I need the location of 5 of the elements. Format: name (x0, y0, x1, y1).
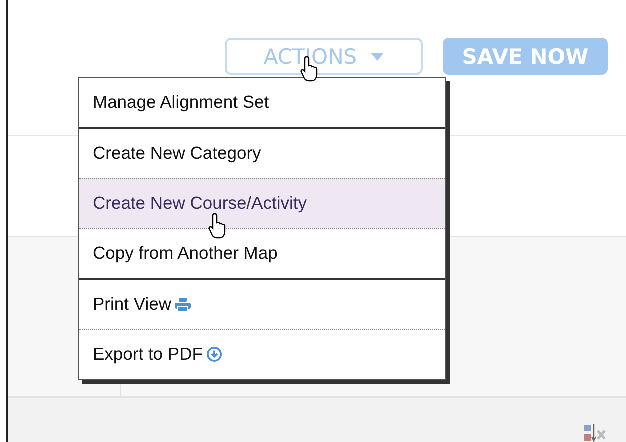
menu-item[interactable]: Create New Course/Activity (79, 178, 445, 228)
download-icon (206, 347, 222, 362)
caret-icon (371, 52, 384, 60)
sort-icon (584, 424, 606, 442)
printer-icon (175, 298, 192, 312)
